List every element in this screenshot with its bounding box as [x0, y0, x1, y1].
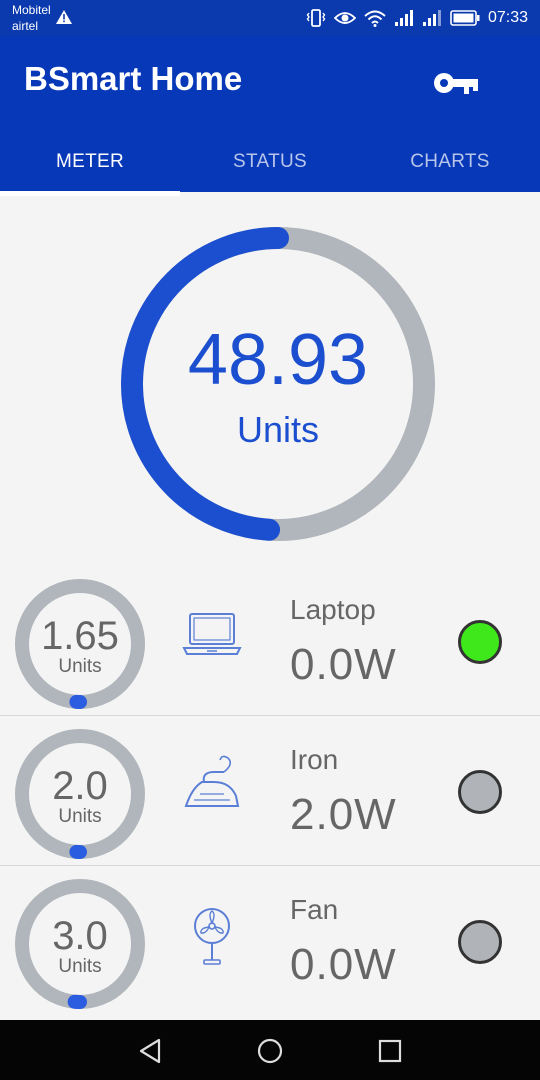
main-meter-value: 48.93	[187, 320, 369, 400]
vibrate-icon	[306, 9, 326, 27]
device-units-label: Units	[58, 956, 102, 977]
device-power: 0.0W	[290, 940, 397, 989]
app-bar: BSmart Home METER STATUS CHARTS	[0, 36, 540, 196]
carrier-name-1: Mobitel	[12, 3, 51, 17]
tab-charts-label: CHARTS	[410, 151, 490, 172]
eye-icon	[333, 12, 356, 24]
fan-icon	[194, 908, 230, 965]
device-status-indicator[interactable]	[458, 770, 502, 814]
device-name: Fan	[290, 894, 339, 925]
warning-icon	[56, 10, 72, 24]
recents-icon[interactable]	[373, 1034, 407, 1068]
iron-icon	[184, 755, 240, 807]
tab-status-label: STATUS	[233, 151, 307, 172]
key-icon[interactable]	[430, 66, 482, 100]
device-power: 0.0W	[290, 640, 397, 689]
device-units-label: Units	[58, 806, 102, 827]
device-row-fan[interactable]: 3.0 Units Fan 0.0W	[0, 866, 540, 1016]
back-icon[interactable]	[133, 1034, 167, 1068]
carrier-name-2: airtel	[12, 19, 39, 33]
clock: 07:33	[487, 9, 528, 26]
main-meter-unit: Units	[236, 409, 320, 450]
laptop-icon	[182, 613, 242, 655]
signal-icon	[394, 10, 413, 26]
device-row-iron[interactable]: 2.0 Units Iron 2.0W	[0, 716, 540, 866]
device-row-laptop[interactable]: 1.65 Units Laptop 0.0W	[0, 566, 540, 716]
device-units-value: 1.65	[41, 614, 119, 658]
device-status-indicator[interactable]	[458, 620, 502, 664]
device-units-label: Units	[58, 656, 102, 677]
device-units-value: 3.0	[52, 914, 108, 958]
device-list: 1.65 Units Laptop 0.0W 2.0 Units Iron 2.…	[0, 566, 540, 1016]
wifi-icon	[364, 10, 386, 27]
tab-bar: METER STATUS CHARTS	[0, 132, 540, 196]
tab-meter-label: METER	[56, 151, 124, 172]
device-name: Iron	[290, 744, 339, 775]
tab-status[interactable]: STATUS	[180, 132, 360, 192]
tab-charts[interactable]: CHARTS	[360, 132, 540, 192]
battery-icon	[450, 10, 480, 26]
tab-indicator	[0, 191, 180, 196]
signal-icon	[422, 10, 441, 26]
carrier-info: Mobitel airtel	[12, 2, 51, 34]
device-power: 2.0W	[290, 790, 397, 839]
tab-meter[interactable]: METER	[0, 132, 180, 196]
device-units-value: 2.0	[52, 764, 108, 808]
status-bar: Mobitel airtel 07:33	[0, 0, 540, 36]
app-title: BSmart Home	[24, 60, 243, 97]
home-icon[interactable]	[253, 1034, 287, 1068]
device-name: Laptop	[290, 594, 376, 625]
navigation-bar	[0, 1020, 540, 1080]
device-status-indicator[interactable]	[458, 920, 502, 964]
